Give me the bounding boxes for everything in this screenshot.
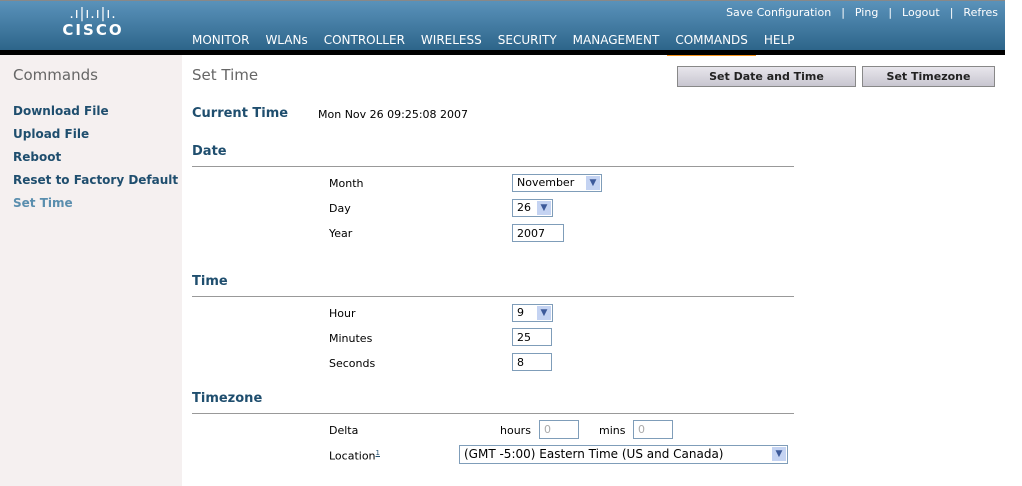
logout-link[interactable]: Logout — [902, 6, 940, 19]
nav-management[interactable]: MANAGEMENT — [565, 33, 668, 51]
day-select[interactable]: 26 ▼ — [512, 199, 553, 217]
top-links: Save Configuration | Ping | Logout | Refres — [721, 6, 1003, 19]
month-select[interactable]: November ▼ — [512, 174, 602, 192]
year-label: Year — [329, 227, 353, 240]
delta-mins-input[interactable]: 0 — [633, 420, 673, 439]
nav-commands[interactable]: COMMANDS — [667, 33, 756, 56]
hour-label: Hour — [329, 307, 356, 320]
minutes-input[interactable]: 25 — [512, 328, 552, 346]
hour-select[interactable]: 9 ▼ — [512, 304, 553, 322]
separator: | — [841, 6, 845, 19]
sidebar-title: Commands — [13, 66, 98, 84]
page-title: Set Time — [192, 66, 259, 84]
divider — [192, 166, 794, 167]
footnote-link[interactable]: 1 — [376, 449, 380, 457]
ping-link[interactable]: Ping — [855, 6, 878, 19]
mins-label: mins — [599, 424, 626, 437]
sidebar-item-set-time[interactable]: Set Time — [13, 196, 73, 210]
time-heading: Time — [192, 274, 228, 289]
seconds-input[interactable]: 8 — [512, 353, 552, 371]
year-input[interactable]: 2007 — [512, 224, 564, 242]
nav-security[interactable]: SECURITY — [490, 33, 565, 51]
nav-controller[interactable]: CONTROLLER — [316, 33, 413, 51]
refresh-link[interactable]: Refres — [963, 6, 998, 19]
delta-hours-input[interactable]: 0 — [539, 420, 579, 439]
separator: | — [888, 6, 893, 19]
chevron-down-icon: ▼ — [772, 447, 786, 461]
sidebar-item-reset[interactable]: Reset to Factory Default — [13, 173, 178, 187]
nav-wlans[interactable]: WLANs — [257, 33, 315, 51]
current-time-label: Current Time — [192, 106, 289, 121]
location-label: Location1 — [329, 449, 380, 463]
date-heading: Date — [192, 144, 227, 159]
nav-help[interactable]: HELP — [756, 33, 803, 51]
sidebar-item-reboot[interactable]: Reboot — [13, 150, 61, 164]
divider — [192, 296, 794, 297]
nav-wireless[interactable]: WIRELESS — [413, 33, 490, 51]
separator: | — [949, 6, 954, 19]
set-timezone-button[interactable]: Set Timezone — [862, 66, 995, 87]
header-bar: .ı|ı.ı|ı. CISCO Save Configuration | Ping | L… — [0, 0, 1005, 56]
chevron-down-icon: ▼ — [537, 201, 551, 215]
current-time-value: Mon Nov 26 09:25:08 2007 — [318, 108, 469, 121]
sidebar-item-download-file[interactable]: Download File — [13, 104, 109, 118]
nav-monitor[interactable]: MONITOR — [184, 33, 257, 51]
sidebar-item-upload-file[interactable]: Upload File — [13, 127, 89, 141]
minutes-label: Minutes — [329, 332, 373, 345]
hours-label: hours — [500, 424, 531, 437]
sidebar: Commands Download File Upload File Reboo… — [0, 55, 182, 486]
timezone-heading: Timezone — [192, 391, 263, 406]
divider — [192, 413, 794, 414]
cisco-logo: .ı|ı.ı|ı. CISCO — [62, 6, 124, 39]
day-label: Day — [329, 202, 351, 215]
location-select[interactable]: (GMT -5:00) Eastern Time (US and Canada)… — [459, 445, 788, 464]
seconds-label: Seconds — [329, 357, 376, 370]
chevron-down-icon: ▼ — [537, 306, 551, 320]
set-date-and-time-button[interactable]: Set Date and Time — [677, 66, 856, 87]
chevron-down-icon: ▼ — [586, 176, 600, 190]
save-configuration-link[interactable]: Save Configuration — [726, 6, 831, 19]
main-nav: MONITOR WLANs CONTROLLER WIRELESS SECURI… — [184, 33, 803, 56]
month-label: Month — [329, 177, 364, 190]
delta-label: Delta — [329, 424, 359, 437]
